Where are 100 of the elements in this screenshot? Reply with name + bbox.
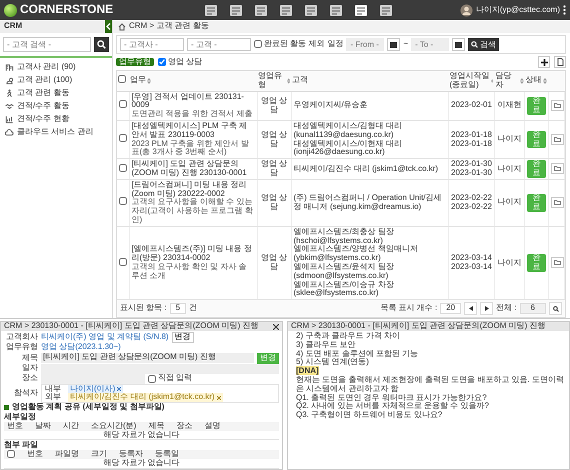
- table-cell: 영업 상담: [260, 253, 288, 271]
- field-link[interactable]: 영업 상담(2023.1.30~): [41, 343, 121, 352]
- task-description: 2023 PLM 구축을 위한 제안서 발표(총 3개사 중 3번째 순서): [132, 140, 250, 158]
- export-button[interactable]: [554, 56, 566, 68]
- home-icon[interactable]: [118, 22, 126, 30]
- folder-icon[interactable]: [551, 163, 564, 174]
- place-field[interactable]: [41, 374, 145, 384]
- checkbox[interactable]: [254, 40, 262, 48]
- building-icon: [5, 63, 14, 72]
- row-checkbox[interactable]: [119, 134, 127, 142]
- status-badge: 완료: [527, 254, 546, 272]
- column-header[interactable]: 고객: [292, 76, 308, 86]
- customer-text: 우영케이지씨/유승훈: [294, 101, 369, 110]
- sort-icon[interactable]: [147, 78, 151, 84]
- right-triangle-icon[interactable]: [484, 306, 489, 312]
- column-header: 장소: [176, 422, 192, 430]
- folder-icon[interactable]: [551, 197, 564, 208]
- remove-icon[interactable]: [117, 386, 122, 391]
- user-name[interactable]: 나이지(yp@csttec.com): [476, 6, 560, 14]
- input-field[interactable]: [티씨케이] 도입 관련 상담문의(ZOOM 미팅) 진행: [41, 353, 254, 364]
- from-date-field[interactable]: - From -: [346, 38, 384, 51]
- column-header: 등록자: [119, 450, 143, 459]
- sidebar-item[interactable]: 견적/수주 활동: [17, 102, 70, 111]
- menu-app-icon[interactable]: [204, 4, 218, 16]
- menu-app-icon[interactable]: [379, 4, 393, 16]
- menu-app-icon[interactable]: [304, 4, 318, 16]
- folder-icon[interactable]: [551, 100, 564, 112]
- folder-icon[interactable]: [551, 257, 564, 268]
- subsection-title: 첨부 파일: [4, 440, 38, 450]
- menu-app-icon[interactable]: [229, 4, 243, 16]
- more-icon[interactable]: [563, 5, 566, 15]
- group-label: 외부: [44, 393, 62, 402]
- company-field[interactable]: - 고객사 -: [120, 38, 184, 51]
- field-link[interactable]: 티씨케이(주) 영업 및 계약팀 (S/N.8): [41, 332, 169, 342]
- input-field[interactable]: [41, 364, 279, 374]
- note-text: 3) 클라우드 보안: [296, 340, 357, 350]
- select-all-checkbox[interactable]: [7, 450, 15, 458]
- page-size-label: 목록 표시 개수 :: [380, 304, 438, 314]
- search-button[interactable]: [549, 302, 562, 316]
- task-title-link[interactable]: [티씨케이] 도입 관련 상담문의(ZOOM 미팅) 진행 230130-0001: [132, 160, 254, 178]
- remove-icon[interactable]: [216, 396, 221, 400]
- logo-text: CORNERSTONE: [20, 3, 114, 17]
- attendee-chip[interactable]: 나이지(이사): [68, 384, 124, 394]
- search-icon[interactable]: [552, 306, 558, 312]
- task-title-link[interactable]: [우영] 견적서 업데이트 230131-0009: [132, 92, 254, 110]
- calendar-button[interactable]: [387, 38, 400, 51]
- row-checkbox[interactable]: [119, 197, 127, 206]
- table-cell: 영업 상담: [260, 96, 288, 114]
- collapse-button[interactable]: [105, 20, 112, 33]
- change-button[interactable]: 변경: [172, 332, 194, 343]
- task-title-link[interactable]: [대성엘텍케이시스] PLM 구축 제안서 발표 230119-0003: [132, 122, 254, 140]
- search-button[interactable]: 검색: [468, 38, 500, 51]
- checkbox-label: 직접 입력: [158, 374, 192, 383]
- customer-text: 엘에프시스템즈/양병선 책임매니저 (ybkim@lfsystems.co.kr): [294, 245, 419, 263]
- sidebar-item[interactable]: 견적/수주 현황: [17, 115, 70, 124]
- column-header: 설명: [204, 422, 220, 430]
- cloud-icon: [5, 128, 14, 137]
- to-date-field[interactable]: - To -: [411, 38, 450, 51]
- sidebar-item[interactable]: 고객 관련 활동: [17, 89, 70, 98]
- customer-field[interactable]: - 고객 -: [187, 38, 251, 51]
- folder-icon[interactable]: [551, 134, 564, 146]
- sidebar-item[interactable]: 고객 관리 (100): [17, 76, 72, 85]
- row-checkbox[interactable]: [119, 100, 127, 108]
- search-field[interactable]: - 고객 검색 -: [3, 37, 91, 52]
- menu-app-icon[interactable]: [279, 4, 293, 16]
- close-icon[interactable]: [273, 324, 279, 330]
- field-label: 제목: [21, 354, 38, 363]
- next-page-button[interactable]: [480, 302, 494, 316]
- left-triangle-icon[interactable]: [468, 306, 473, 312]
- table-cell: 나이지: [498, 164, 522, 173]
- row-checkbox[interactable]: [119, 164, 127, 172]
- previous-page-button[interactable]: [464, 302, 478, 316]
- task-title-link[interactable]: [엘에프시스템즈(주)] 미팅 내용 정리(방문) 230314-0002: [132, 245, 254, 263]
- sidebar-item[interactable]: 클라우드 서비스 관리: [17, 128, 94, 137]
- date-text: 2023-01-30: [451, 168, 492, 178]
- sort-icon[interactable]: [542, 78, 546, 84]
- task-description: 도면관리 적용을 위한 견적서 제출: [132, 110, 254, 119]
- checkbox[interactable]: [158, 58, 166, 66]
- menu-app-icon[interactable]: [354, 4, 368, 16]
- task-title-link[interactable]: [드림어스컴퍼니] 미팅 내용 정리(Zoom 미팅) 230222-0002: [132, 180, 254, 198]
- page-size-field[interactable]: 20: [440, 303, 462, 314]
- add-button[interactable]: [538, 56, 550, 68]
- sidebar-item[interactable]: 고객사 관리 (90): [17, 63, 76, 72]
- row-checkbox[interactable]: [119, 258, 127, 266]
- total-label: 전체 :: [496, 304, 517, 314]
- schedule-label: 일정: [327, 40, 344, 49]
- menu-app-icon[interactable]: [329, 4, 343, 16]
- calendar-icon[interactable]: [455, 41, 462, 48]
- checkbox[interactable]: [148, 374, 156, 382]
- menu-app-icon[interactable]: [254, 4, 268, 16]
- column-header[interactable]: 업무: [130, 76, 146, 86]
- column-header: 번호: [27, 450, 43, 459]
- calendar-button[interactable]: [452, 38, 466, 51]
- attendee-chip[interactable]: 티씨케이/김진수 대리 (jskim1@tck.co.kr): [68, 393, 223, 402]
- search-button[interactable]: [94, 37, 109, 52]
- customer-text: 티씨케이/김진수 대리 (jskim1@tck.co.kr): [294, 164, 440, 174]
- calendar-icon[interactable]: [390, 41, 398, 48]
- date-text: 2023-01-18: [451, 130, 492, 140]
- field-label: 참석자: [13, 388, 38, 398]
- select-all-checkbox[interactable]: [118, 75, 126, 84]
